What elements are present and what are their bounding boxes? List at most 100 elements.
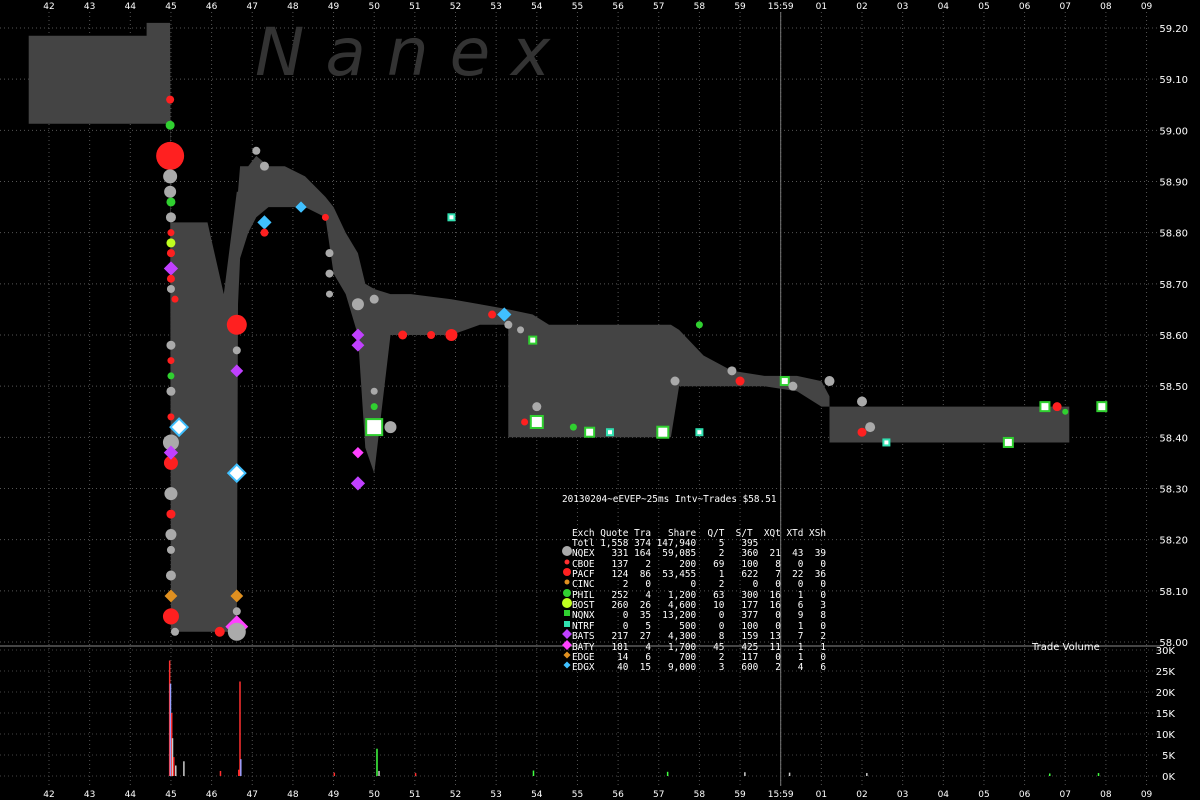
legend-row: BOST 260 26 4,600 10 177 16 6 3 [562, 598, 826, 611]
x-tick-label-top: 09 [1141, 2, 1153, 12]
trade-square [528, 335, 538, 345]
trade-circle [735, 376, 745, 386]
trade-circle [857, 396, 867, 407]
trade-circle [226, 314, 247, 335]
x-tick-label-bottom: 58 [694, 790, 706, 800]
trade-circle [232, 607, 241, 616]
trade-square [656, 425, 670, 439]
x-axis-bottom: 42 43 44 45 46 47 48 49 50 51 52 53 54 55 56 57 58 59 15:5… [43, 790, 1152, 800]
trade-circle [351, 298, 364, 311]
x-tick-label-top: 49 [328, 2, 340, 12]
price-tick-label: 58.10 [1159, 587, 1188, 598]
price-tick-label: 58.80 [1159, 229, 1188, 240]
volume-bar [744, 772, 746, 776]
trade-circle [857, 427, 867, 437]
trade-circle [214, 626, 225, 637]
price-tick-label: 58.40 [1159, 433, 1188, 444]
x-tick-label-bottom: 02 [856, 790, 867, 800]
volume-bar [1097, 773, 1100, 776]
volume-bar [240, 759, 242, 776]
trade-square [584, 426, 596, 438]
legend-row: Exch Quote Tra Share Q/T S/T XQt XTd XSh [562, 526, 826, 538]
x-tick-label-bottom: 44 [125, 790, 137, 800]
legend-symbol [562, 526, 572, 536]
x-tick-label-bottom: 06 [1019, 790, 1031, 800]
x-tick-label-top: 44 [125, 2, 137, 12]
x-tick-label-bottom: 08 [1100, 790, 1112, 800]
x-tick-label-bottom: 01 [816, 790, 827, 800]
volume-bar [333, 772, 336, 776]
x-tick-label-top: 43 [84, 2, 95, 12]
legend-row: PACF 124 86 53,455 1 622 7 22 36 [562, 567, 826, 580]
x-tick-label-top: 54 [531, 2, 543, 12]
volume-bar [666, 771, 669, 776]
trade-circle [166, 249, 175, 258]
price-tick-label: 58.30 [1159, 485, 1188, 496]
price-tick-label: 59.00 [1159, 126, 1188, 137]
x-tick-label-top: 02 [856, 2, 867, 12]
trade-circle [325, 249, 334, 258]
legend-symbol [562, 588, 572, 598]
volume-bar [866, 773, 868, 776]
trade-circle [370, 387, 378, 395]
trade-circle [164, 185, 177, 198]
trade-circle [164, 487, 178, 501]
trade-circle [165, 212, 176, 223]
legend-row: Totl 1,558 374 147,940 5 395 [562, 536, 826, 548]
trade-circle [166, 284, 175, 293]
x-tick-label-top: 07 [1060, 2, 1071, 12]
x-tick-label-bottom: 59 [734, 790, 746, 800]
trade-circle [788, 381, 798, 391]
legend-row: BATY 181 4 1,700 45 425 11 1 1 [562, 639, 826, 652]
price-tick-label: 58.90 [1159, 178, 1188, 189]
trade-diamond [350, 476, 366, 491]
x-tick-label-bottom: 53 [490, 790, 501, 800]
trade-circle [166, 95, 175, 104]
volume-tick-label: 25K [1156, 667, 1176, 678]
trade-square [695, 428, 704, 437]
x-tick-label-top: 55 [572, 2, 583, 12]
price-axis: 59.20 59.10 59.00 58.90 58.80 58.70 58.60 58.50… [1159, 24, 1188, 649]
trade-circle [517, 326, 525, 334]
price-tick-label: 58.70 [1159, 280, 1188, 291]
trade-square [1039, 401, 1051, 413]
x-tick-label-top: 05 [978, 2, 989, 12]
trade-circle [166, 545, 175, 554]
legend-symbol [562, 598, 572, 609]
legend-row: NQEX 331 164 59,085 2 360 21 43 39 [562, 546, 826, 559]
x-tick-label-bottom: 57 [653, 790, 664, 800]
volume-tick-label: 20K [1156, 688, 1176, 699]
trade-circle [384, 421, 397, 434]
trade-circle [156, 141, 185, 170]
x-tick-label-bottom: 50 [368, 790, 380, 800]
trade-circle [504, 320, 513, 329]
trade-circle [167, 372, 175, 380]
x-tick-label-top: 46 [206, 2, 218, 12]
trade-circle [165, 529, 177, 541]
legend-symbol [562, 577, 572, 587]
trade-circle [427, 331, 436, 339]
volume-axis-label: Trade Volume [1032, 642, 1100, 653]
trade-circle [695, 321, 703, 329]
trade-circle [325, 269, 334, 278]
legend-symbol [562, 639, 572, 650]
trade-circle [227, 622, 246, 641]
price-tick-label: 59.20 [1159, 24, 1188, 35]
trade-circle [569, 423, 577, 431]
trade-circle [165, 570, 176, 581]
trade-circle [166, 340, 176, 350]
trade-circle [370, 403, 378, 411]
legend-symbol [562, 629, 572, 640]
x-tick-label-top: 03 [897, 2, 908, 12]
x-tick-label-bottom: 56 [612, 790, 624, 800]
price-tick-label: 58.50 [1159, 382, 1188, 393]
trade-circle [865, 422, 876, 433]
trade-diamond [352, 446, 364, 459]
price-tick-label: 58.20 [1159, 536, 1188, 547]
trade-circle [166, 238, 176, 248]
x-tick-label-top: 57 [653, 2, 664, 12]
trade-circle [398, 330, 408, 340]
trade-circle [166, 509, 176, 519]
trade-circle [171, 295, 179, 303]
legend-title: 20130204~eEVEP~25ms Intv~Trades $58.51 [562, 493, 777, 505]
